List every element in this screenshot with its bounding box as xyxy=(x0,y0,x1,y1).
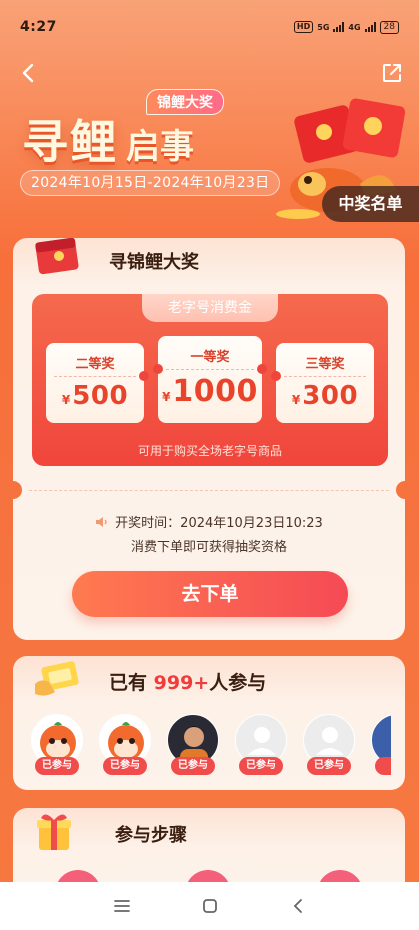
participant-avatar: 已参与 xyxy=(167,714,219,782)
back-icon[interactable] xyxy=(289,897,307,915)
ticket-divider xyxy=(284,376,366,377)
winners-list-button[interactable]: 中奖名单 xyxy=(322,186,419,222)
battery-icon: 28 xyxy=(379,20,399,34)
ticket-divider xyxy=(54,376,136,377)
card-notch-right xyxy=(396,481,405,499)
joined-badge: 已参与 xyxy=(307,757,351,775)
joined-badge: 已参与 xyxy=(239,757,283,775)
joined-badge xyxy=(375,757,391,775)
participants-card: 已有 999+人参与 已参与 已参与 已参与 已参与 已参与 xyxy=(13,656,405,790)
back-arrow-icon[interactable] xyxy=(18,62,40,84)
status-bar: 4:27 HD 5G 4G 28 xyxy=(0,0,419,54)
draw-time-text: 开奖时间：2024年10月23日10:23 xyxy=(115,516,323,531)
ticket-rank: 二等奖 xyxy=(75,357,115,372)
gift-box-icon xyxy=(37,814,71,850)
draw-time: 开奖时间：2024年10月23日10:23 xyxy=(13,512,405,531)
participant-avatar: 已参与 xyxy=(303,714,355,782)
place-order-button[interactable]: 去下单 xyxy=(72,571,348,617)
prize-box: 老字号消费金 二等奖 ¥500 一等奖 ¥1000 三等奖 ¥300 可用于购买… xyxy=(32,294,388,466)
joined-badge: 已参与 xyxy=(171,757,215,775)
hero-title: 寻鲤 启事 xyxy=(22,106,194,172)
prize-ticket-second: 二等奖 ¥500 xyxy=(46,343,149,423)
participant-avatar: 已参与 xyxy=(99,714,151,782)
prize-card: 寻锦鲤大奖 老字号消费金 二等奖 ¥500 一等奖 ¥1000 三等奖 ¥300… xyxy=(13,238,405,640)
steps-section-title: 参与步骤 xyxy=(115,825,187,846)
ticket-rank: 一等奖 xyxy=(190,350,230,365)
draw-eligibility-note: 消费下单即可获得抽奖资格 xyxy=(130,540,287,555)
participant-avatar-partial xyxy=(371,714,391,782)
hero-title-main: 寻鲤 xyxy=(22,115,118,169)
menu-icon[interactable] xyxy=(113,898,131,914)
signal-icon-2 xyxy=(364,22,376,32)
prize-ticket-third: 三等奖 ¥300 xyxy=(271,343,374,423)
ticket-amount: ¥300 xyxy=(291,381,359,411)
speaker-icon xyxy=(96,517,107,527)
participant-avatar: 已参与 xyxy=(235,714,287,782)
status-icons: HD 5G 4G 28 xyxy=(293,20,399,34)
system-navigation-bar xyxy=(0,882,419,930)
ticket-amount: ¥1000 xyxy=(162,374,258,409)
signal-icon xyxy=(333,22,345,32)
prize-box-header: 老字号消费金 xyxy=(142,294,278,322)
ticket-rank: 三等奖 xyxy=(305,357,345,372)
prize-ticket-first: 一等奖 ¥1000 xyxy=(153,336,267,423)
participants-title: 已有 999+人参与 xyxy=(109,672,267,694)
card-notch-left xyxy=(13,481,22,499)
participant-count: 999+ xyxy=(153,672,210,694)
cheering-hand-icon xyxy=(35,661,79,696)
ticket-amount: ¥500 xyxy=(61,381,129,411)
home-icon[interactable] xyxy=(201,897,219,915)
joined-badge: 已参与 xyxy=(103,757,147,775)
participant-avatar-list: 已参与 已参与 已参与 已参与 已参与 xyxy=(31,714,405,784)
hd-icon: HD xyxy=(293,21,314,33)
status-time: 4:27 xyxy=(20,19,57,35)
prize-usage-note: 可用于购买全场老字号商品 xyxy=(137,444,282,458)
share-icon[interactable] xyxy=(381,62,403,84)
red-envelope-icon xyxy=(35,238,79,275)
net-5g-label: 5G xyxy=(317,22,330,32)
net-4g-label: 4G xyxy=(348,22,361,32)
hero-title-sub: 启事 xyxy=(126,127,194,167)
card-divider xyxy=(29,490,389,491)
joined-badge: 已参与 xyxy=(35,757,79,775)
participant-avatar: 已参与 xyxy=(31,714,83,782)
prize-section-title: 寻锦鲤大奖 xyxy=(109,252,199,273)
ticket-divider xyxy=(166,369,254,370)
event-date-range: 2024年10月15日-2024年10月23日 xyxy=(20,170,281,196)
